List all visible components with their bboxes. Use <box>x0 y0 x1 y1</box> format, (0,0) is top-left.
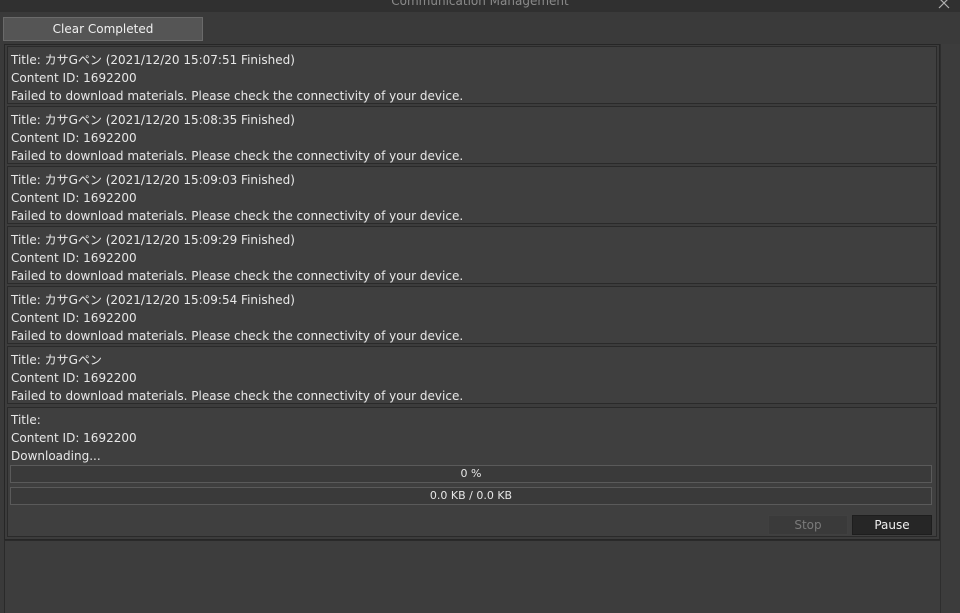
scrollbar[interactable] <box>940 44 960 613</box>
list-item[interactable]: Title: カサGペン (2021/12/20 15:08:35 Finish… <box>7 106 937 164</box>
percent-progress-bar: 0 % <box>10 465 932 483</box>
list-item[interactable]: Title: カサGペン (2021/12/20 15:09:29 Finish… <box>7 226 937 284</box>
percent-progress-text: 0 % <box>460 467 482 480</box>
item-message: Failed to download materials. Please che… <box>11 149 464 163</box>
clear-completed-button[interactable]: Clear Completed Communication <box>3 17 203 58</box>
item-content-id: Content ID: 1692200 <box>11 251 137 265</box>
item-title: Title: カサGペン (2021/12/20 15:09:54 Finish… <box>11 293 295 307</box>
item-title: Title: カサGペン (2021/12/20 15:07:51 Finish… <box>11 53 295 67</box>
item-content-id: Content ID: 1692200 <box>11 371 137 385</box>
item-status: Downloading... <box>11 449 101 463</box>
close-icon[interactable] <box>937 0 951 10</box>
item-title: Title: カサGペン (2021/12/20 15:09:29 Finish… <box>11 233 295 247</box>
item-content-id: Content ID: 1692200 <box>11 131 137 145</box>
list-item[interactable]: Title: カサGペン Content ID: 1692200 Failed … <box>7 346 937 404</box>
toolbar: Clear Completed Communication <box>0 12 960 58</box>
downloading-item[interactable]: Title: Content ID: 1692200 Downloading..… <box>7 407 937 537</box>
window-title: Communication Management <box>391 0 569 8</box>
list-item[interactable]: Title: カサGペン (2021/12/20 15:09:03 Finish… <box>7 166 937 224</box>
item-title: Title: カサGペン <box>11 353 102 367</box>
item-content-id: Content ID: 1692200 <box>11 191 137 205</box>
stop-button[interactable]: Stop <box>768 515 848 535</box>
item-content-id: Content ID: 1692200 <box>11 71 137 85</box>
title-bar: Communication Management <box>0 0 960 12</box>
pause-button[interactable]: Pause <box>852 515 932 535</box>
item-message: Failed to download materials. Please che… <box>11 389 464 403</box>
item-message: Failed to download materials. Please che… <box>11 329 464 343</box>
item-title: Title: カサGペン (2021/12/20 15:09:03 Finish… <box>11 173 295 187</box>
item-message: Failed to download materials. Please che… <box>11 89 464 103</box>
communication-management-window: Communication Management Clear Completed… <box>0 0 960 613</box>
list-item[interactable]: Title: カサGペン (2021/12/20 15:09:54 Finish… <box>7 286 937 344</box>
item-message: Failed to download materials. Please che… <box>11 269 464 283</box>
list-item[interactable]: Title: カサGペン (2021/12/20 15:07:51 Finish… <box>7 46 937 104</box>
size-progress-bar: 0.0 KB / 0.0 KB <box>10 487 932 505</box>
scrollbar-track <box>940 44 941 613</box>
item-title: Title: カサGペン (2021/12/20 15:08:35 Finish… <box>11 113 295 127</box>
item-content-id: Content ID: 1692200 <box>11 311 137 325</box>
item-message: Failed to download materials. Please che… <box>11 209 464 223</box>
item-title: Title: <box>11 413 41 427</box>
list-footer-area <box>4 540 940 613</box>
item-content-id: Content ID: 1692200 <box>11 431 137 445</box>
communication-list: Title: カサGペン (2021/12/20 15:07:51 Finish… <box>4 44 940 540</box>
size-progress-text: 0.0 KB / 0.0 KB <box>429 489 513 502</box>
